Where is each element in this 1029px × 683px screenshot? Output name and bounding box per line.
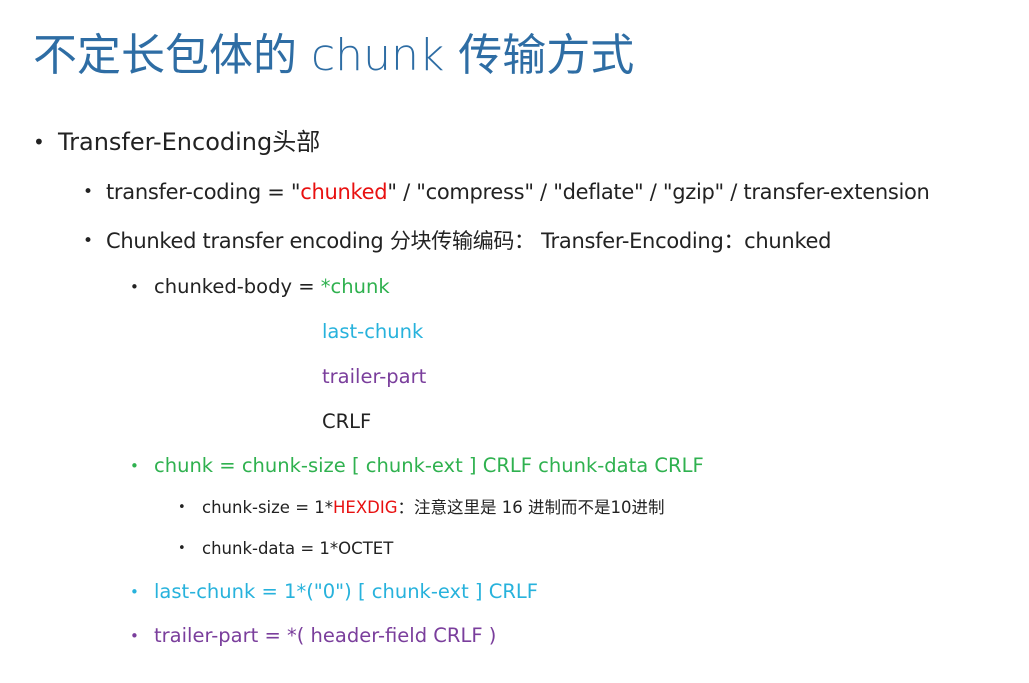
chunked-te-text: Chunked transfer encoding 分块传输编码： Transf…	[106, 229, 832, 253]
body-last-chunk: last-chunk	[322, 320, 424, 343]
header-text: Transfer-Encoding头部	[58, 128, 321, 156]
bullet-transfer-coding: transfer-coding = "chunked" / "compress"…	[106, 177, 930, 207]
bullet-transfer-encoding-header: Transfer-Encoding头部	[58, 126, 320, 158]
coding-suffix: " / "compress" / "deflate" / "gzip" / tr…	[387, 180, 930, 204]
bullet: •	[130, 278, 139, 296]
slide-title: 不定长包体的 chunk 传输方式	[33, 30, 635, 81]
size-prefix: chunk-size = 1*	[202, 498, 334, 517]
size-hexdig: HEXDIG	[333, 498, 398, 517]
bullet: •	[178, 500, 186, 515]
bullet: •	[130, 583, 139, 601]
bullet: •	[130, 627, 139, 645]
bullet-chunk-def: chunk = chunk-size [ chunk-ext ] CRLF ch…	[154, 454, 704, 477]
body-chunk: *chunk	[320, 275, 390, 298]
coding-chunked: chunked	[300, 180, 388, 204]
bullet: •	[130, 457, 139, 475]
body-crlf: CRLF	[322, 410, 372, 433]
bullet-last-chunk-def: last-chunk = 1*("0") [ chunk-ext ] CRLF	[154, 580, 538, 603]
bullet-chunk-size: chunk-size = 1*HEXDIG：注意这里是 16 进制而不是10进制	[202, 496, 665, 520]
size-suffix: ：注意这里是 16 进制而不是10进制	[397, 498, 665, 517]
body-trailer-part: trailer-part	[322, 365, 427, 388]
bullet: •	[83, 231, 94, 251]
bullet: •	[33, 130, 45, 154]
bullet-chunked-body: chunked-body = *chunk	[154, 273, 390, 301]
bullet: •	[178, 541, 186, 556]
bullet-chunk-data: chunk-data = 1*OCTET	[202, 539, 394, 558]
coding-prefix: transfer-coding = "	[106, 180, 301, 204]
bullet-trailer-part-def: trailer-part = *( header-field CRLF )	[154, 624, 497, 647]
bullet: •	[83, 182, 94, 202]
bullet-chunked-transfer-encoding: Chunked transfer encoding 分块传输编码： Transf…	[106, 226, 832, 256]
body-prefix: chunked-body =	[154, 275, 321, 298]
